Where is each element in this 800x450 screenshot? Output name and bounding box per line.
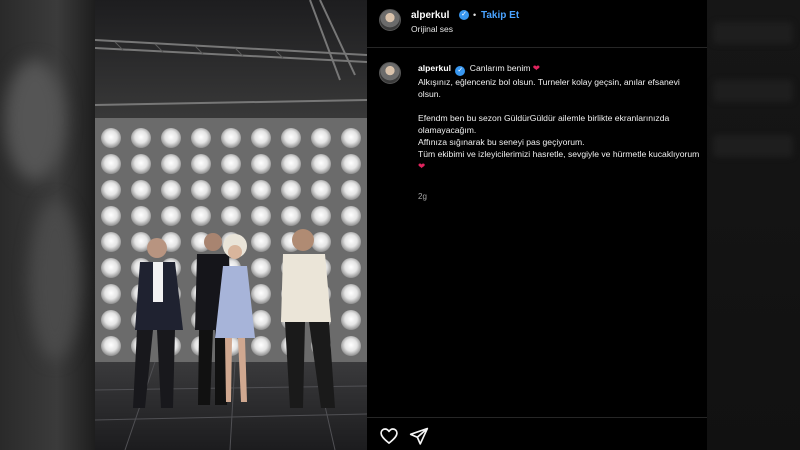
heart-emoji-icon: ❤ (418, 161, 426, 171)
stage-lamp (101, 206, 121, 226)
stage-lamp (101, 258, 121, 278)
blurred-backdrop-right (707, 0, 800, 450)
stage-lamp (311, 128, 331, 148)
backdrop-blob (5, 60, 65, 180)
stage-lamp (281, 154, 301, 174)
stage-lamp (101, 232, 121, 252)
verified-badge-icon: ✓ (455, 66, 466, 76)
stage-lamp (221, 180, 241, 200)
stage-lamp (281, 206, 301, 226)
audio-label[interactable]: Orijinal ses (411, 24, 453, 34)
caption-first-line: Canlarım benim (469, 63, 531, 73)
stage-lamp (101, 284, 121, 304)
post-panel: alperkul ✓ • Takip Et Orijinal ses alper… (367, 0, 707, 450)
stage-lamp (251, 310, 271, 330)
post-header: alperkul ✓ • Takip Et Orijinal ses (367, 0, 707, 48)
avatar[interactable] (379, 9, 401, 31)
stage-lamp (131, 206, 151, 226)
caption-username[interactable]: alperkul (418, 63, 451, 73)
heart-outline-icon[interactable] (379, 426, 399, 446)
stage-lamp (341, 310, 361, 330)
separator-dot: • (473, 10, 477, 20)
stage-lamp (101, 310, 121, 330)
stage-lamp (131, 128, 151, 148)
stage-lamp (251, 232, 271, 252)
caption-line: Efendm ben bu sezon GüldürGüldür ailemle… (418, 113, 670, 135)
stage-lamp (131, 154, 151, 174)
stage-lamp (251, 336, 271, 356)
stage-lamp (311, 180, 331, 200)
stage-lamp (341, 232, 361, 252)
post-timestamp[interactable]: 2g (418, 192, 427, 201)
stage-lamp (161, 206, 181, 226)
stage-lamp (101, 128, 121, 148)
follow-button[interactable]: Takip Et (481, 10, 519, 21)
post-media[interactable] (95, 0, 367, 450)
caption-avatar[interactable] (379, 62, 401, 84)
stage-lamp (251, 284, 271, 304)
stage-photo (95, 0, 367, 450)
stage-lamp (101, 154, 121, 174)
stage-lamp (101, 336, 121, 356)
stage-lamp (311, 154, 331, 174)
backdrop-blob (30, 200, 80, 360)
stage-lamp (191, 128, 211, 148)
verified-badge-icon: ✓ (459, 10, 469, 20)
backdrop-bar (713, 135, 793, 157)
stage-lamp (161, 154, 181, 174)
backdrop-bar (713, 22, 793, 44)
stage-lamp (131, 180, 151, 200)
stage-lamp (191, 206, 211, 226)
stage-lamp (341, 206, 361, 226)
heart-emoji-icon: ❤ (532, 63, 540, 73)
stage-lamp (341, 128, 361, 148)
post-caption: alperkul ✓ Canlarım benim ❤ Alkışınız, e… (418, 62, 703, 172)
stage-lamp (311, 206, 331, 226)
stage-lamp (161, 128, 181, 148)
stage-lamp (101, 180, 121, 200)
stage-lamp (251, 206, 271, 226)
blurred-backdrop-left (0, 0, 95, 450)
stage-lamp (221, 206, 241, 226)
header-username[interactable]: alperkul (411, 10, 449, 21)
stage-lamp (251, 154, 271, 174)
stage-lamp (221, 154, 241, 174)
stage-lamp (341, 258, 361, 278)
post-actions-bar (367, 417, 707, 450)
stage-lamp (251, 258, 271, 278)
stage-lamp (221, 128, 241, 148)
stage-lamp (161, 180, 181, 200)
caption-line: Tüm ekibimi ve izleyicilerimizi hasretle… (418, 149, 700, 159)
stage-lamp (281, 180, 301, 200)
stage-lamp (191, 180, 211, 200)
stage-lamp (281, 128, 301, 148)
stage-lamp (191, 154, 211, 174)
stage-lamp (341, 336, 361, 356)
stage-lamp (251, 128, 271, 148)
stage-lamp (341, 284, 361, 304)
caption-line: Alkışınız, eğlenceniz bol olsun. Turnele… (418, 77, 680, 99)
stage-lamp (251, 180, 271, 200)
stage-lamp (311, 232, 331, 252)
caption-line: Affınıza sığınarak bu seneyi pas geçiyor… (418, 137, 585, 147)
stage-lamp (341, 180, 361, 200)
backdrop-bar (713, 80, 793, 102)
share-send-icon[interactable] (409, 426, 429, 446)
stage-lamp (341, 154, 361, 174)
